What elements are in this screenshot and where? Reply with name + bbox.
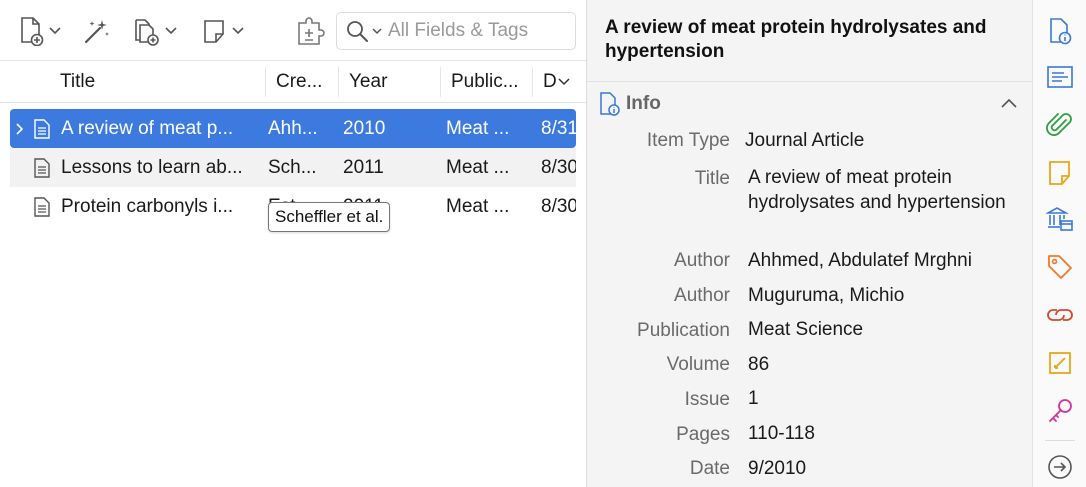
notes-icon: [1049, 161, 1070, 185]
collapse-pane-icon: [1048, 455, 1072, 479]
locate-icon: [1049, 399, 1072, 422]
attachments-icon: [1046, 113, 1072, 136]
row-date: 8/30: [541, 195, 576, 217]
nav-abstract[interactable]: [1045, 62, 1075, 92]
row-creator: Ahh...: [268, 117, 318, 139]
chevron-down-icon: [165, 27, 177, 35]
annotations-icon: [1049, 352, 1071, 374]
nav-tags[interactable]: [1045, 252, 1075, 282]
column-publication[interactable]: Public...: [451, 61, 527, 102]
new-note-icon: [204, 20, 224, 43]
journal-article-icon: [34, 158, 50, 178]
nav-info[interactable]: [1045, 16, 1075, 46]
row-year: 2011: [343, 156, 384, 178]
row-title: Protein carbonyls i...: [61, 195, 234, 217]
field-label: Title: [694, 168, 730, 189]
field-value-volume[interactable]: 86: [748, 352, 1018, 377]
item-title-heading[interactable]: A review of meat protein hydrolysates an…: [605, 16, 1015, 64]
search-box[interactable]: [336, 12, 576, 50]
field-value-title[interactable]: A review of meat protein hydrolysates an…: [748, 165, 1018, 215]
new-item-icon: [21, 17, 44, 46]
field-value-date[interactable]: 9/2010: [748, 456, 1018, 481]
nav-notes[interactable]: [1045, 158, 1075, 188]
row-publication: Meat ...: [446, 195, 510, 217]
field-value-publication[interactable]: Meat Science: [748, 317, 1018, 342]
field-label: Issue: [684, 389, 730, 410]
field-value-author[interactable]: Ahhmed, Abdulatef Mrghni: [748, 248, 1018, 273]
info-icon: [1050, 18, 1072, 45]
item-pane: A review of meat protein hydrolysates an…: [587, 0, 1032, 487]
field-value-issue[interactable]: 1: [748, 386, 1018, 411]
nav-locate[interactable]: [1045, 396, 1075, 426]
field-value-item-type[interactable]: Journal Article: [745, 128, 1015, 153]
abstract-icon: [1047, 66, 1073, 88]
field-label: Pages: [676, 424, 730, 445]
chevron-down-icon: [49, 27, 61, 35]
section-label: Info: [626, 93, 661, 114]
table-row[interactable]: A review of meat p... Ahh... 2010 Meat .…: [10, 109, 576, 148]
field-label: Volume: [666, 354, 730, 375]
row-title: Lessons to learn ab...: [61, 156, 243, 178]
info-icon: [600, 92, 620, 116]
sort-chevron-icon: [558, 77, 570, 85]
add-by-identifier-button[interactable]: [82, 14, 112, 48]
field-label: Date: [689, 458, 730, 479]
expand-twisty-icon[interactable]: [16, 109, 24, 148]
column-date-added[interactable]: D: [543, 61, 583, 102]
new-note-button[interactable]: [201, 14, 244, 48]
field-label: Publication: [637, 320, 730, 341]
field-label: Author: [674, 250, 730, 271]
nav-libraries-collections[interactable]: [1045, 204, 1075, 234]
sidenav-divider: [1045, 440, 1075, 441]
column-creator[interactable]: Cre...: [276, 61, 332, 102]
nav-annotations[interactable]: [1045, 348, 1075, 378]
search-icon: [347, 21, 368, 42]
row-date: 8/30: [541, 156, 576, 178]
items-toolbar: [0, 0, 586, 61]
libraries-icon: [1046, 207, 1073, 231]
row-creator: Sch...: [268, 156, 317, 178]
column-title[interactable]: Title: [60, 61, 260, 102]
item-pane-header: A review of meat protein hydrolysates an…: [587, 0, 1032, 82]
nav-attachments[interactable]: [1045, 110, 1075, 140]
journal-article-icon: [34, 119, 50, 139]
info-section-header[interactable]: Info: [587, 90, 1032, 120]
collapse-pane-button[interactable]: [1045, 452, 1075, 482]
puzzle-icon: [298, 17, 325, 45]
new-attachment-icon: [135, 19, 159, 46]
row-year: 2010: [343, 117, 386, 139]
related-icon: [1047, 309, 1073, 321]
creator-tooltip: Scheffler et al.: [268, 202, 391, 232]
magic-wand-icon: [84, 20, 109, 44]
collapse-section-icon[interactable]: [1001, 99, 1017, 109]
column-header-row: Title Cre... Year Public... D: [0, 61, 586, 103]
column-year[interactable]: Year: [349, 61, 434, 102]
items-pane: Title Cre... Year Public... D A review o…: [0, 0, 586, 487]
row-date: 8/31: [541, 117, 576, 139]
plugin-button[interactable]: [296, 14, 326, 48]
add-attachment-button[interactable]: [132, 14, 177, 48]
nav-related[interactable]: [1045, 300, 1075, 330]
row-publication: Meat ...: [446, 117, 510, 139]
search-input[interactable]: [388, 20, 563, 42]
row-title: A review of meat p...: [61, 117, 234, 139]
field-value-pages[interactable]: 110-118: [748, 421, 1018, 446]
field-label: Item Type: [646, 130, 730, 151]
field-label: Author: [674, 285, 730, 306]
field-value-author[interactable]: Muguruma, Michio: [748, 283, 1018, 308]
journal-article-icon: [34, 197, 50, 217]
new-item-button[interactable]: [18, 14, 61, 48]
row-publication: Meat ...: [446, 156, 510, 178]
item-pane-sidenav: [1032, 0, 1086, 487]
chevron-down-icon: [232, 27, 244, 35]
chevron-down-icon[interactable]: [372, 27, 382, 35]
table-row[interactable]: Lessons to learn ab... Sch... 2011 Meat …: [10, 148, 576, 187]
tags-icon: [1048, 255, 1072, 279]
